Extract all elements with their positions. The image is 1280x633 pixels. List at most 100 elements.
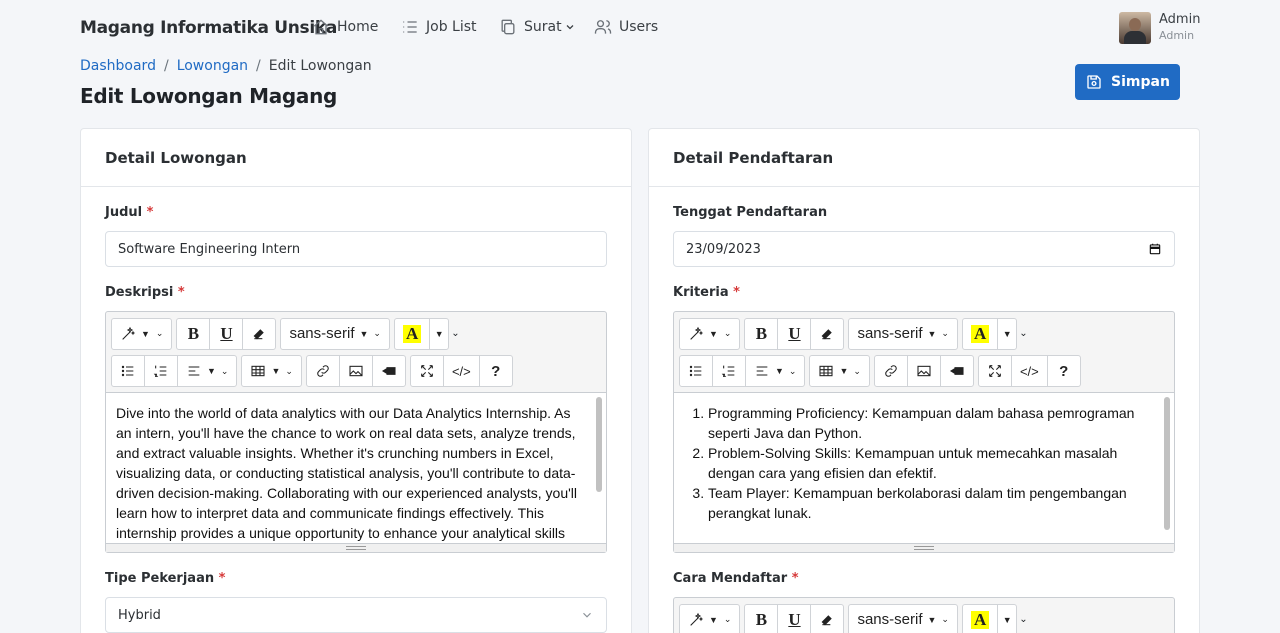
highlight-button[interactable]: A bbox=[393, 317, 431, 350]
image-icon bbox=[349, 365, 363, 377]
fullscreen-button[interactable] bbox=[977, 355, 1012, 387]
code-view-button[interactable]: </> bbox=[442, 355, 480, 387]
ordered-list-button[interactable] bbox=[712, 355, 746, 387]
tenggat-date-input[interactable]: 23/09/2023 bbox=[673, 231, 1175, 267]
users-icon bbox=[594, 20, 612, 34]
highlight-dropdown[interactable]: ▼ bbox=[997, 603, 1018, 633]
help-button[interactable]: ? bbox=[478, 355, 513, 387]
breadcrumb-dashboard[interactable]: Dashboard bbox=[80, 58, 156, 74]
highlight-dropdown[interactable]: ▼ bbox=[997, 317, 1018, 350]
save-button[interactable]: Simpan bbox=[1075, 64, 1180, 100]
eraser-button[interactable] bbox=[810, 603, 845, 633]
font-name-dropdown[interactable]: sans-serif ▼ ⌄ bbox=[280, 317, 390, 350]
nav-home-label: Home bbox=[337, 19, 379, 35]
bold-button[interactable]: B bbox=[744, 317, 779, 350]
list-item: Problem-Solving Skills: Kemampuan untuk … bbox=[708, 443, 1148, 483]
list-item: Team Player: Kemampuan berkolaborasi dal… bbox=[708, 483, 1148, 523]
kriteria-editor[interactable]: ▼ ⌄ B U sans-serif ▼ ⌄ A ▼ ⌄ ▼ ⌄ ▼ ⌄ </>… bbox=[673, 311, 1175, 553]
judul-label: Judul * bbox=[105, 205, 154, 220]
card-title: Detail Pendaftaran bbox=[649, 129, 1199, 187]
font-name-dropdown[interactable]: sans-serif ▼ ⌄ bbox=[848, 317, 958, 350]
breadcrumb-separator: / bbox=[256, 58, 261, 74]
chevron-down-icon: ⌄ bbox=[1019, 328, 1028, 339]
tenggat-label: Tenggat Pendaftaran bbox=[673, 205, 828, 220]
deskripsi-editor[interactable]: ▼ ⌄ B U sans-serif ▼ ⌄ A ▼ ⌄ ▼ ⌄ ▼ ⌄ </>… bbox=[105, 311, 607, 553]
expand-icon bbox=[421, 365, 433, 377]
align-left-icon bbox=[756, 366, 768, 376]
detail-pendaftaran-card: Detail Pendaftaran Tenggat Pendaftaran 2… bbox=[648, 128, 1200, 633]
link-button[interactable] bbox=[873, 355, 908, 387]
bullet-list-button[interactable] bbox=[111, 355, 145, 387]
chevron-down-icon: ⌄ bbox=[451, 328, 460, 339]
breadcrumb: Dashboard / Lowongan / Edit Lowongan bbox=[80, 58, 372, 74]
nav-job-list-label: Job List bbox=[426, 19, 477, 35]
bold-button[interactable]: B bbox=[176, 317, 211, 350]
resize-handle[interactable] bbox=[106, 543, 606, 552]
copy-icon bbox=[501, 19, 515, 35]
save-button-label: Simpan bbox=[1111, 74, 1170, 90]
breadcrumb-lowongan[interactable]: Lowongan bbox=[177, 58, 248, 74]
fullscreen-button[interactable] bbox=[409, 355, 444, 387]
video-icon bbox=[949, 367, 964, 375]
highlight-dropdown[interactable]: ▼ bbox=[429, 317, 450, 350]
video-button[interactable] bbox=[371, 355, 406, 387]
link-icon bbox=[317, 365, 329, 377]
code-view-button[interactable]: </> bbox=[1010, 355, 1048, 387]
kriteria-list: Programming Proficiency: Kemampuan dalam… bbox=[684, 403, 1164, 523]
bullet-list-button[interactable] bbox=[679, 355, 713, 387]
table-dropdown[interactable]: ▼ ⌄ bbox=[241, 355, 302, 387]
ordered-list-button[interactable] bbox=[144, 355, 178, 387]
nav-home[interactable]: Home bbox=[311, 17, 378, 37]
underline-button[interactable]: U bbox=[777, 603, 812, 633]
navbar: Magang Informatika Unsika Home Job List … bbox=[0, 0, 1280, 56]
table-dropdown[interactable]: ▼ ⌄ bbox=[809, 355, 870, 387]
font-name-dropdown[interactable]: sans-serif ▼ ⌄ bbox=[848, 603, 958, 633]
deskripsi-content[interactable]: Dive into the world of data analytics wi… bbox=[106, 392, 606, 543]
nav-surat[interactable]: Surat bbox=[498, 17, 576, 37]
image-icon bbox=[917, 365, 931, 377]
nav-users[interactable]: Users bbox=[593, 17, 658, 37]
paragraph-dropdown[interactable]: ▼ ⌄ bbox=[177, 355, 238, 387]
scrollbar[interactable] bbox=[596, 397, 602, 492]
align-left-icon bbox=[188, 366, 200, 376]
eraser-button[interactable] bbox=[242, 317, 277, 350]
cara-mendaftar-editor[interactable]: ▼ ⌄ B U sans-serif ▼ ⌄ A ▼ ⌄ bbox=[673, 597, 1175, 633]
table-icon bbox=[819, 365, 834, 377]
eraser-button[interactable] bbox=[810, 317, 845, 350]
help-button[interactable]: ? bbox=[1046, 355, 1081, 387]
video-button[interactable] bbox=[939, 355, 974, 387]
avatar bbox=[1119, 12, 1151, 44]
calendar-icon[interactable] bbox=[1148, 242, 1162, 256]
bullet-list-icon bbox=[121, 365, 134, 377]
judul-input[interactable]: Software Engineering Intern bbox=[105, 231, 607, 267]
highlight-button[interactable]: A bbox=[961, 603, 999, 633]
link-button[interactable] bbox=[305, 355, 340, 387]
list-item: Programming Proficiency: Kemampuan dalam… bbox=[708, 403, 1148, 443]
paragraph-dropdown[interactable]: ▼ ⌄ bbox=[745, 355, 806, 387]
brand-title[interactable]: Magang Informatika Unsika bbox=[80, 18, 337, 38]
user-name: Admin bbox=[1159, 12, 1201, 27]
style-button[interactable]: ▼ ⌄ bbox=[679, 317, 741, 350]
tipe-pekerjaan-select[interactable]: Hybrid bbox=[105, 597, 607, 633]
resize-handle[interactable] bbox=[674, 543, 1174, 552]
breadcrumb-separator: / bbox=[163, 58, 169, 74]
detail-lowongan-card: Detail Lowongan Judul * Software Enginee… bbox=[80, 128, 632, 633]
nav-job-list[interactable]: Job List bbox=[400, 17, 477, 37]
style-button[interactable]: ▼ ⌄ bbox=[679, 603, 741, 633]
list-icon bbox=[403, 21, 417, 33]
magic-wand-icon bbox=[690, 326, 704, 340]
underline-button[interactable]: U bbox=[777, 317, 812, 350]
style-button[interactable]: ▼ ⌄ bbox=[111, 317, 173, 350]
user-menu[interactable]: Admin Admin bbox=[1119, 12, 1200, 44]
bold-button[interactable]: B bbox=[744, 603, 779, 633]
image-button[interactable] bbox=[338, 355, 373, 387]
kriteria-content[interactable]: Programming Proficiency: Kemampuan dalam… bbox=[674, 392, 1174, 543]
underline-button[interactable]: U bbox=[209, 317, 244, 350]
highlight-button[interactable]: A bbox=[961, 317, 999, 350]
nav-surat-label: Surat bbox=[524, 19, 562, 35]
scrollbar[interactable] bbox=[1164, 397, 1170, 530]
image-button[interactable] bbox=[906, 355, 941, 387]
magic-wand-icon bbox=[122, 326, 136, 340]
eraser-icon bbox=[822, 614, 833, 625]
table-icon bbox=[251, 365, 266, 377]
